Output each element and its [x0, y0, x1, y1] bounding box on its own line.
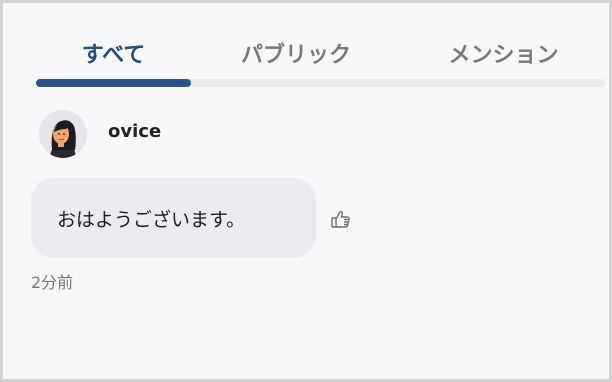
active-tab-indicator: [36, 79, 191, 87]
username: ovice: [108, 121, 162, 142]
message-bubble: おはようございます。: [31, 178, 316, 258]
message-text: おはようございます。: [57, 208, 246, 231]
tab-bar: すべて パブリック メンション: [36, 29, 606, 87]
woman-avatar-icon[interactable]: [39, 110, 87, 158]
tab-public[interactable]: パブリック: [191, 29, 401, 77]
thumbs-up-icon[interactable]: [329, 207, 353, 231]
message-timestamp: 2分前: [31, 273, 74, 292]
tab-all[interactable]: すべて: [36, 29, 191, 77]
tab-mention[interactable]: メンション: [401, 29, 606, 77]
chat-panel: すべて パブリック メンション ovice おはようございます。 2分前: [0, 0, 612, 382]
